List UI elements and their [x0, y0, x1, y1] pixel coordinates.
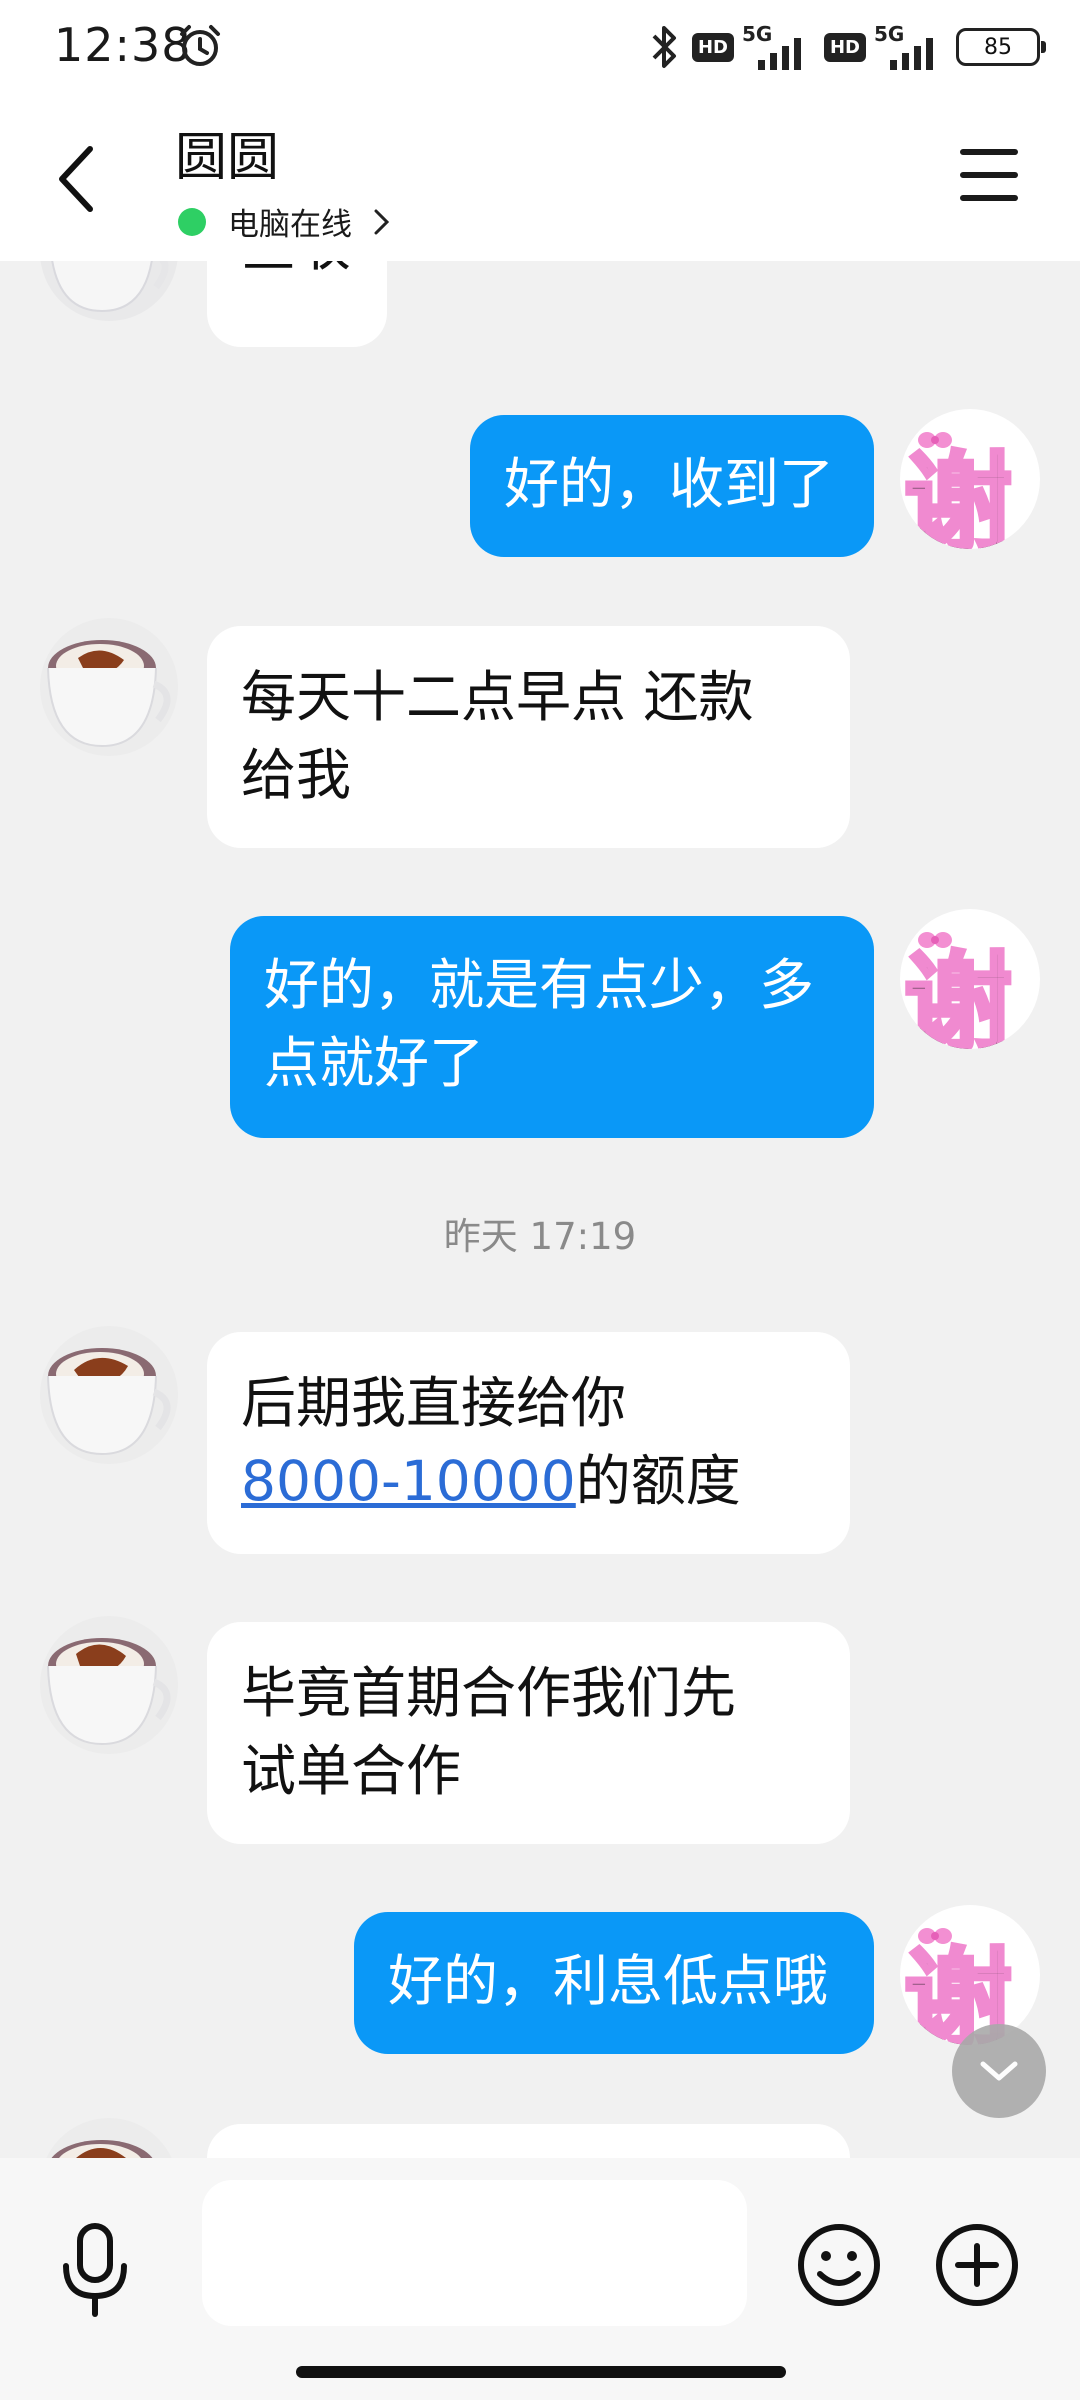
- message-list[interactable]: 查收 好的，收到了 谢 每天十二点早点 还款 给我 好的，就是有点少，多 点就好…: [0, 261, 1080, 2158]
- contact-avatar[interactable]: [40, 261, 178, 321]
- hamburger-menu-icon[interactable]: [960, 149, 1018, 201]
- online-dot-icon: [178, 207, 206, 236]
- message-bubble-incoming[interactable]: [207, 2124, 850, 2158]
- online-status-label: 电脑在线: [228, 207, 352, 243]
- online-status[interactable]: 电脑在线: [178, 199, 392, 244]
- hd-badge-2: HD: [823, 32, 866, 62]
- message-text-line-1: 后期我直接给你: [241, 1371, 627, 1435]
- status-bar: 12:38 HD 5G HD 5G 85: [0, 0, 1080, 95]
- message-text: 查收: [241, 261, 351, 278]
- clock: 12:38: [54, 18, 192, 72]
- home-indicator[interactable]: [296, 2366, 786, 2378]
- message-text-line-2: 的额度: [575, 1449, 741, 1513]
- signal-2-icon: 5G: [874, 22, 948, 72]
- chat-header: 圆圆 电脑在线: [0, 95, 1080, 261]
- microphone-icon[interactable]: [58, 2222, 132, 2318]
- user-avatar-sticker[interactable]: 谢: [900, 909, 1040, 1049]
- battery-icon: 85: [956, 28, 1046, 66]
- message-bubble-outgoing[interactable]: 好的，收到了: [470, 415, 874, 557]
- user-avatar-sticker[interactable]: 谢: [900, 1905, 1040, 2045]
- smiley-face-icon[interactable]: [796, 2222, 882, 2308]
- message-text-line-1: 毕竟首期合作我们先: [241, 1661, 737, 1725]
- message-text: 好的，收到了: [504, 452, 835, 516]
- message-text-line-2: 给我: [241, 743, 352, 807]
- message-bubble-incoming[interactable]: 每天十二点早点 还款 给我: [207, 626, 850, 848]
- status-icons: HD 5G HD 5G 85: [644, 20, 1046, 74]
- hd-badge: HD: [691, 32, 734, 62]
- contact-avatar[interactable]: [40, 618, 178, 756]
- message-bubble-incoming[interactable]: 后期我直接给你 8000-10000的额度: [207, 1332, 850, 1554]
- message-bubble-outgoing[interactable]: 好的，就是有点少，多 点就好了: [230, 916, 874, 1138]
- user-avatar-sticker[interactable]: 谢: [900, 409, 1040, 549]
- alarm-clock-icon: [180, 25, 220, 66]
- message-text-line-1: 每天十二点早点 还款: [241, 665, 754, 729]
- message-bubble-incoming[interactable]: 查收: [207, 261, 387, 347]
- scroll-to-bottom-button[interactable]: [952, 2024, 1046, 2118]
- contact-avatar[interactable]: [40, 1616, 178, 1754]
- bluetooth-icon: [652, 26, 676, 68]
- contact-avatar[interactable]: [40, 2118, 178, 2158]
- message-text: 好的，利息低点哦: [388, 1949, 829, 2013]
- chevron-down-icon: [980, 2061, 1018, 2081]
- message-bubble-incoming[interactable]: 毕竟首期合作我们先 试单合作: [207, 1622, 850, 1844]
- plus-circle-icon[interactable]: [934, 2222, 1020, 2308]
- input-bar: [0, 2158, 1080, 2400]
- message-text-line-2: 试单合作: [241, 1739, 462, 1803]
- timestamp: 昨天 17:19: [443, 1215, 637, 1258]
- message-text-line-2: 点就好了: [264, 1031, 485, 1095]
- signal-1-icon: 5G: [742, 22, 816, 72]
- message-text-line-1: 好的，就是有点少，多: [264, 953, 815, 1017]
- battery-level: 85: [984, 34, 1012, 60]
- message-input[interactable]: [202, 2180, 747, 2326]
- amount-link[interactable]: 8000-10000: [241, 1449, 576, 1513]
- chevron-right-icon: [374, 209, 390, 234]
- contact-name[interactable]: 圆圆: [175, 115, 279, 190]
- message-bubble-outgoing[interactable]: 好的，利息低点哦: [354, 1912, 874, 2054]
- chevron-left-icon[interactable]: [48, 139, 108, 219]
- contact-avatar[interactable]: [40, 1326, 178, 1464]
